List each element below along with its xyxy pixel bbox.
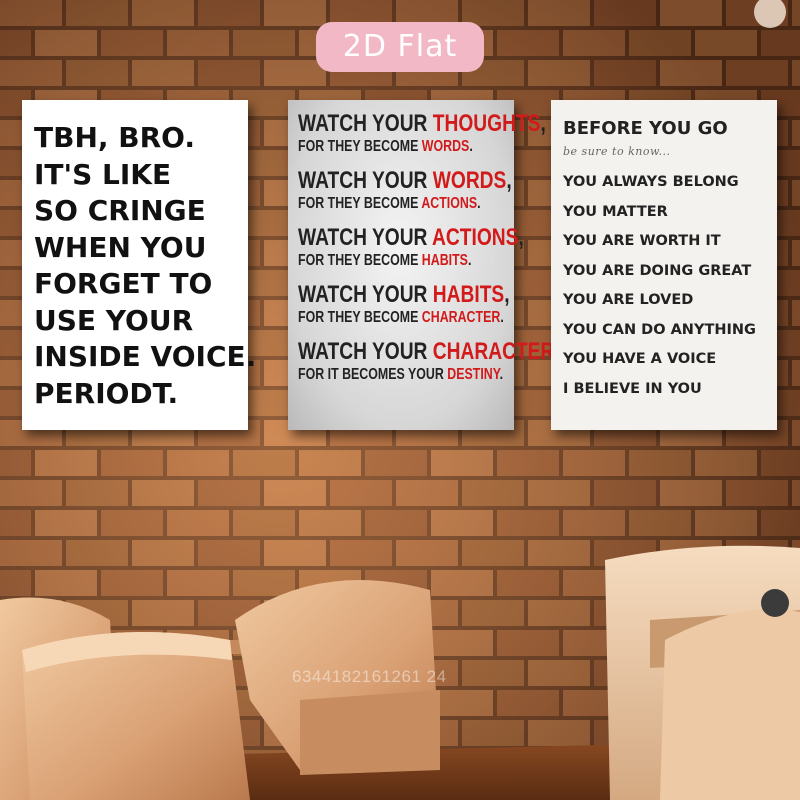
poster-left-line: PERIODT. [34, 376, 179, 410]
poster-right-script: be sure to know... [563, 145, 671, 158]
heading-keyword: ACTIONS [432, 224, 519, 251]
poster-watch-your-thoughts: WATCH YOUR THOUGHTS, FOR THEY BECOME WOR… [288, 100, 560, 430]
subline-prefix: FOR IT BECOMES YOUR [298, 366, 448, 383]
subline-keyword: DESTINY [447, 366, 500, 383]
heading-suffix: , [506, 167, 512, 194]
poster-left-text: TBH, BRO. IT'S LIKE SO CRINGE WHEN YOU F… [34, 120, 256, 412]
poster-left-line: TBH, BRO. [34, 121, 195, 154]
subline-prefix: FOR THEY BECOME [298, 252, 422, 269]
subline-suffix: . [477, 195, 481, 212]
poster-right-item: YOU ARE DOING GREAT [563, 262, 752, 279]
poster-mid-subline: FOR THEY BECOME WORDS. [298, 138, 473, 156]
subline-suffix: . [467, 252, 472, 269]
poster-mid-heading: WATCH YOUR WORDS, [298, 167, 512, 195]
heading-suffix: , [540, 110, 546, 137]
subline-suffix: . [500, 309, 504, 326]
poster-left-line: FORGET TO [34, 267, 213, 300]
heading-prefix: WATCH YOUR [298, 224, 433, 251]
subline-keyword: ACTIONS [421, 195, 478, 212]
subline-keyword: HABITS [421, 252, 468, 269]
poster-right-item: YOU MATTER [563, 203, 668, 220]
poster-tbh-bro: TBH, BRO. IT'S LIKE SO CRINGE WHEN YOU F… [22, 100, 256, 430]
poster-mid-heading: WATCH YOUR ACTIONS, [298, 224, 524, 252]
poster-mid-subline: FOR THEY BECOME ACTIONS. [298, 195, 481, 213]
watermark-number: 6344182161261 24 [292, 667, 447, 686]
poster-mid-heading: WATCH YOUR CHARACTER, [298, 338, 560, 366]
poster-mid-text: WATCH YOUR THOUGHTS, FOR THEY BECOME WOR… [298, 110, 560, 395]
heading-suffix: , [504, 281, 510, 308]
subline-keyword: WORDS [421, 138, 470, 155]
subline-prefix: FOR THEY BECOME [298, 195, 422, 212]
poster-left-line: USE YOUR [34, 303, 194, 337]
style-badge: 2D Flat [316, 22, 484, 72]
subline-prefix: FOR THEY BECOME [298, 309, 422, 326]
poster-right-item: YOU ALWAYS BELONG [563, 174, 739, 190]
subline-keyword: CHARACTER [421, 309, 501, 326]
poster-right-item: YOU CAN DO ANYTHING [563, 321, 756, 338]
heading-suffix: , [518, 224, 524, 251]
poster-right-item: I BELIEVE IN YOU [563, 380, 702, 397]
heading-keyword: CHARACTER [432, 338, 555, 365]
poster-right-item: YOU HAVE A VOICE [563, 351, 717, 367]
room-scene: 2D Flat TBH, BRO. IT'S LIKE SO CRINGE WH… [0, 0, 800, 800]
heading-prefix: WATCH YOUR [298, 167, 433, 194]
heading-keyword: HABITS [432, 281, 505, 308]
poster-left-line: IT'S LIKE [34, 157, 172, 191]
subline-prefix: FOR THEY BECOME [298, 138, 422, 155]
poster-right-title: BEFORE YOU GO [563, 118, 728, 139]
poster-mid-subline: FOR THEY BECOME CHARACTER. [298, 309, 504, 327]
heading-prefix: WATCH YOUR [298, 110, 433, 137]
poster-right-item: YOU ARE LOVED [563, 292, 694, 308]
poster-mid-subline: FOR IT BECOMES YOUR DESTINY. [298, 366, 503, 384]
heading-keyword: THOUGHTS [432, 110, 541, 137]
poster-left-line: WHEN YOU [34, 230, 207, 264]
heading-keyword: WORDS [432, 167, 507, 194]
poster-mid-heading: WATCH YOUR HABITS, [298, 281, 510, 309]
heading-prefix: WATCH YOUR [298, 338, 433, 365]
poster-left-line: INSIDE VOICE. [34, 340, 257, 373]
poster-left-line: SO CRINGE [34, 194, 206, 227]
poster-mid-subline: FOR THEY BECOME HABITS. [298, 252, 471, 270]
subline-suffix: . [469, 138, 473, 155]
poster-right-text: BEFORE YOU GO be sure to know... YOU ALW… [563, 118, 773, 404]
poster-mid-heading: WATCH YOUR THOUGHTS, [298, 110, 546, 138]
poster-before-you-go: BEFORE YOU GO be sure to know... YOU ALW… [551, 100, 777, 430]
subline-suffix: . [499, 366, 504, 383]
heading-prefix: WATCH YOUR [298, 281, 433, 308]
poster-right-item: YOU ARE WORTH IT [563, 233, 721, 249]
